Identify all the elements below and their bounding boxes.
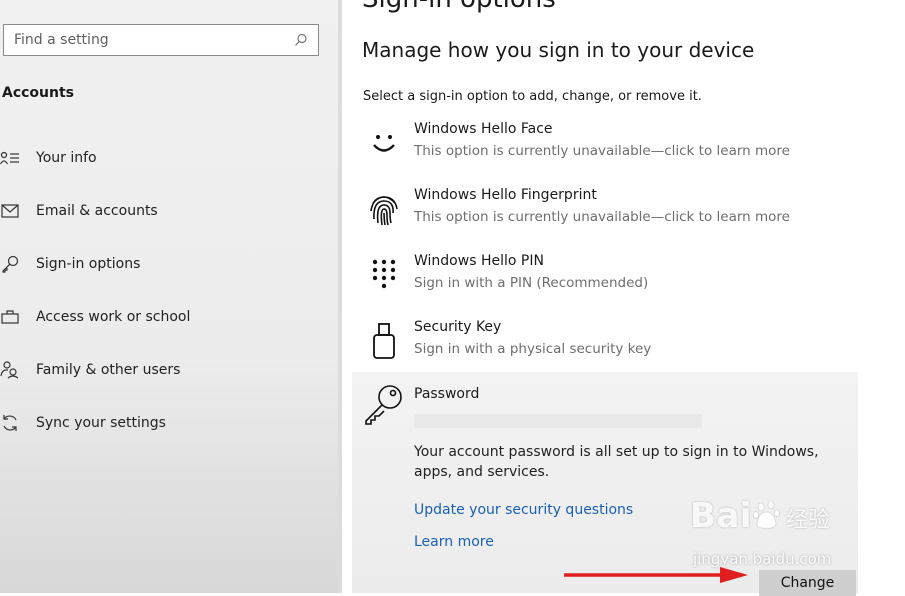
paw-icon — [752, 499, 784, 535]
page-subtitle: Select a sign-in option to add, change, … — [363, 89, 702, 104]
sidebar-item-label: Sign-in options — [36, 256, 141, 272]
option-description: This option is currently unavailable—cli… — [414, 143, 790, 159]
face-icon — [362, 123, 406, 163]
option-hello-pin[interactable]: Windows Hello PIN Sign in with a PIN (Re… — [362, 253, 882, 303]
option-description: This option is currently unavailable—cli… — [414, 209, 790, 225]
option-title: Security Key — [414, 319, 502, 335]
blurred-text — [414, 414, 702, 428]
sidebar-item-label: Sync your settings — [36, 415, 166, 431]
option-security-key[interactable]: Security Key Sign in with a physical sec… — [362, 319, 882, 369]
family-icon — [0, 361, 20, 379]
sidebar: Find a setting Accounts Your info Email … — [0, 0, 338, 593]
option-title: Windows Hello Fingerprint — [414, 187, 597, 203]
fingerprint-icon — [362, 189, 406, 229]
sidebar-item-label: Your info — [36, 150, 97, 166]
password-description: Your account password is all set up to s… — [414, 444, 819, 480]
sidebar-item-your-info[interactable]: Your info — [0, 146, 97, 170]
person-info-icon — [0, 149, 20, 167]
option-description: Sign in with a PIN (Recommended) — [414, 275, 649, 291]
key-icon — [362, 382, 406, 426]
change-button[interactable]: Change — [759, 570, 856, 596]
watermark-url: jingyan.baidu.com — [693, 550, 832, 568]
usb-key-icon — [362, 321, 406, 361]
annotation-arrow — [564, 567, 748, 583]
sidebar-item-label: Family & other users — [36, 362, 181, 378]
key-icon — [0, 255, 20, 273]
watermark-brand: Bai — [690, 496, 753, 536]
search-icon — [295, 33, 307, 46]
option-title: Windows Hello PIN — [414, 253, 544, 269]
page-title: Sign-in options — [362, 0, 556, 14]
learn-more-link[interactable]: Learn more — [414, 534, 494, 550]
option-description: Sign in with a physical security key — [414, 341, 652, 357]
sync-icon — [0, 414, 20, 432]
sidebar-item-label: Access work or school — [36, 309, 191, 325]
update-security-questions-link[interactable]: Update your security questions — [414, 502, 633, 518]
sidebar-item-sync[interactable]: Sync your settings — [0, 411, 166, 435]
sidebar-item-label: Email & accounts — [36, 203, 158, 219]
password-title: Password — [414, 386, 480, 402]
watermark-brand-cn: 经验 — [786, 508, 831, 533]
option-title: Windows Hello Face — [414, 121, 553, 137]
search-input[interactable]: Find a setting — [14, 32, 109, 48]
mail-icon — [0, 202, 20, 220]
briefcase-icon — [0, 308, 20, 326]
page-heading: Manage how you sign in to your device — [362, 38, 755, 62]
sidebar-item-family[interactable]: Family & other users — [0, 358, 180, 382]
sidebar-item-access-work[interactable]: Access work or school — [0, 305, 190, 329]
sidebar-section-title: Accounts — [2, 85, 75, 101]
sidebar-item-sign-in-options[interactable]: Sign-in options — [0, 252, 140, 276]
option-hello-fingerprint[interactable]: Windows Hello Fingerprint This option is… — [362, 187, 882, 237]
sidebar-item-email-accounts[interactable]: Email & accounts — [0, 199, 158, 223]
option-hello-face[interactable]: Windows Hello Face This option is curren… — [362, 121, 882, 171]
search-box[interactable]: Find a setting — [3, 24, 319, 56]
watermark: Bai 经验 jingyan.baidu.com — [690, 496, 831, 568]
pin-keypad-icon — [362, 255, 406, 295]
